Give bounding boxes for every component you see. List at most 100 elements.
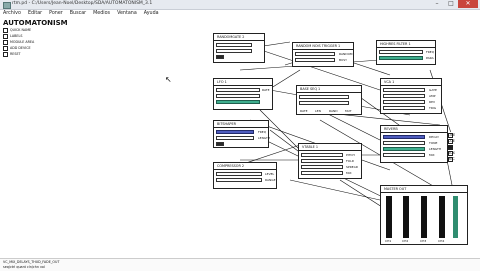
slider[interactable]: [216, 172, 262, 176]
module-compressor[interactable]: COMPRESSOR 2 LEVEL RANGE: [213, 162, 277, 189]
menu-buscar[interactable]: Buscar: [70, 10, 86, 18]
module-bitshaper[interactable]: BITSHAPER FREQ LENGTH: [213, 120, 271, 148]
mouse-cursor-icon: ↖: [165, 75, 172, 84]
param-label: REV: [429, 100, 436, 104]
slider[interactable]: [216, 136, 254, 140]
module-title: LFO 1: [217, 80, 227, 84]
slider[interactable]: [216, 100, 260, 104]
checkbox[interactable]: [3, 39, 8, 45]
slider[interactable]: [383, 135, 425, 139]
module-title: BITSHAPER: [217, 122, 236, 126]
toggle-label: REC: [448, 157, 455, 161]
checkbox[interactable]: [3, 27, 8, 33]
slider[interactable]: [216, 178, 262, 182]
param-label: PARA: [426, 56, 434, 60]
module-random-trigger[interactable]: RANDOM NOIS TRIGGER 1 RANDOM BUSY: [292, 42, 354, 67]
menu-poner[interactable]: Poner: [49, 10, 63, 18]
slider[interactable]: [301, 165, 343, 169]
slider[interactable]: [383, 141, 425, 145]
module-vtable[interactable]: VTABLE 1 PITCH FOLD SPREAD MIX: [298, 143, 362, 179]
param-label: FOLD: [346, 159, 355, 163]
slider[interactable]: [299, 95, 349, 99]
module-title: COMPRESSOR 2: [217, 164, 245, 168]
param-label: DECAY: [429, 135, 439, 139]
checkbox[interactable]: [3, 45, 8, 51]
fader[interactable]: [386, 196, 392, 238]
param-label: FREQ: [426, 50, 435, 54]
toggle-label: CUE: [448, 139, 455, 143]
param-label: MIX: [346, 171, 352, 175]
fader[interactable]: [421, 196, 427, 238]
slider[interactable]: [216, 94, 260, 98]
param-label: RANDOM: [339, 52, 353, 56]
param-label: BUSY: [339, 58, 347, 62]
channel-label: CH1: [385, 239, 392, 243]
left-panel-item[interactable]: RESET: [3, 51, 43, 57]
channel-label: CH3: [420, 239, 427, 243]
module-highres-filter[interactable]: HIGHRES FILTER 1 FREQ PARA: [376, 40, 436, 65]
slider[interactable]: [379, 56, 423, 60]
slider[interactable]: [301, 171, 343, 175]
module-title: BASE SEQ 1: [300, 87, 321, 91]
slider[interactable]: [216, 88, 260, 92]
slider[interactable]: [383, 106, 425, 110]
toggle[interactable]: [216, 142, 224, 146]
slider[interactable]: [299, 101, 349, 105]
close-button[interactable]: ✕: [458, 0, 478, 8]
param-label: TONE: [429, 141, 438, 145]
toggle[interactable]: [216, 55, 224, 59]
menu-ventana[interactable]: Ventana: [117, 10, 137, 18]
channel-label: CH4: [438, 239, 445, 243]
param-label: PITCH: [346, 153, 355, 157]
minimize-button[interactable]: –: [430, 0, 444, 8]
slider[interactable]: [216, 43, 252, 47]
slider[interactable]: [301, 159, 343, 163]
menu-ayuda[interactable]: Ayuda: [144, 10, 159, 18]
param-label: MUT: [345, 109, 352, 113]
left-panel-label: QUICK NAME: [10, 28, 32, 32]
channel-label: CH2: [402, 239, 409, 243]
param-label: RAND: [329, 109, 338, 113]
slider[interactable]: [216, 130, 254, 134]
left-panel-label: MODULE AREA: [10, 40, 35, 44]
module-vca[interactable]: VCA 1 GATE AMP REV TRIG: [380, 78, 442, 114]
slider[interactable]: [383, 153, 425, 157]
param-label: LENGTH: [258, 136, 271, 140]
module-lfo[interactable]: LFO 1 RATE: [213, 78, 273, 110]
menu-editar[interactable]: Editar: [28, 10, 42, 18]
param-label: GATE: [429, 88, 437, 92]
module-title: HIGHRES FILTER 1: [380, 42, 411, 46]
param-label: RATE: [300, 109, 308, 113]
slider[interactable]: [383, 100, 425, 104]
slider[interactable]: [295, 58, 335, 62]
checkbox[interactable]: [3, 51, 8, 57]
fader[interactable]: [403, 196, 409, 238]
module-master-out[interactable]: MASTER OUT CH1 CH2 CH3 CH4: [380, 185, 468, 245]
slider[interactable]: [295, 52, 335, 56]
param-label: TRIG: [429, 106, 437, 110]
module-reverb[interactable]: REVERB DECAY TONE LENGTH MIX: [380, 125, 448, 163]
module-sequencer[interactable]: BASE SEQ 1 RATE LEN RAND MUT: [296, 85, 362, 115]
app-icon: [3, 2, 11, 9]
master-toggles: LIVE CUE EQ AUX REC: [448, 132, 472, 162]
menu-medios[interactable]: Medios: [93, 10, 110, 18]
left-panel-label: ADD DEVICE: [10, 46, 31, 50]
param-label: FREQ: [258, 130, 267, 134]
slider[interactable]: [383, 94, 425, 98]
window-titlebar: rtm.pd - C:/Users/Jean-Noel/Desktop/SDA/…: [0, 0, 480, 10]
module-title: RANDOMGATE 2: [217, 35, 245, 39]
module-randomgate[interactable]: RANDOMGATE 2: [213, 33, 265, 63]
fader[interactable]: [439, 196, 445, 238]
slider[interactable]: [383, 88, 425, 92]
slider[interactable]: [379, 50, 423, 54]
menu-archivo[interactable]: Archivo: [3, 10, 21, 18]
slider[interactable]: [301, 153, 343, 157]
module-title: RANDOM NOIS TRIGGER 1: [296, 44, 341, 48]
status-line-2: seq/ctrl quant cln/chn vol: [3, 265, 45, 269]
module-title: MASTER OUT: [384, 187, 407, 191]
status-line-1: VC_MIX_DELAYS_THUD_FADE_OUT: [3, 260, 60, 264]
slider[interactable]: [383, 147, 425, 151]
checkbox[interactable]: [3, 33, 8, 39]
maximize-button[interactable]: □: [444, 0, 458, 8]
slider[interactable]: [216, 49, 252, 53]
